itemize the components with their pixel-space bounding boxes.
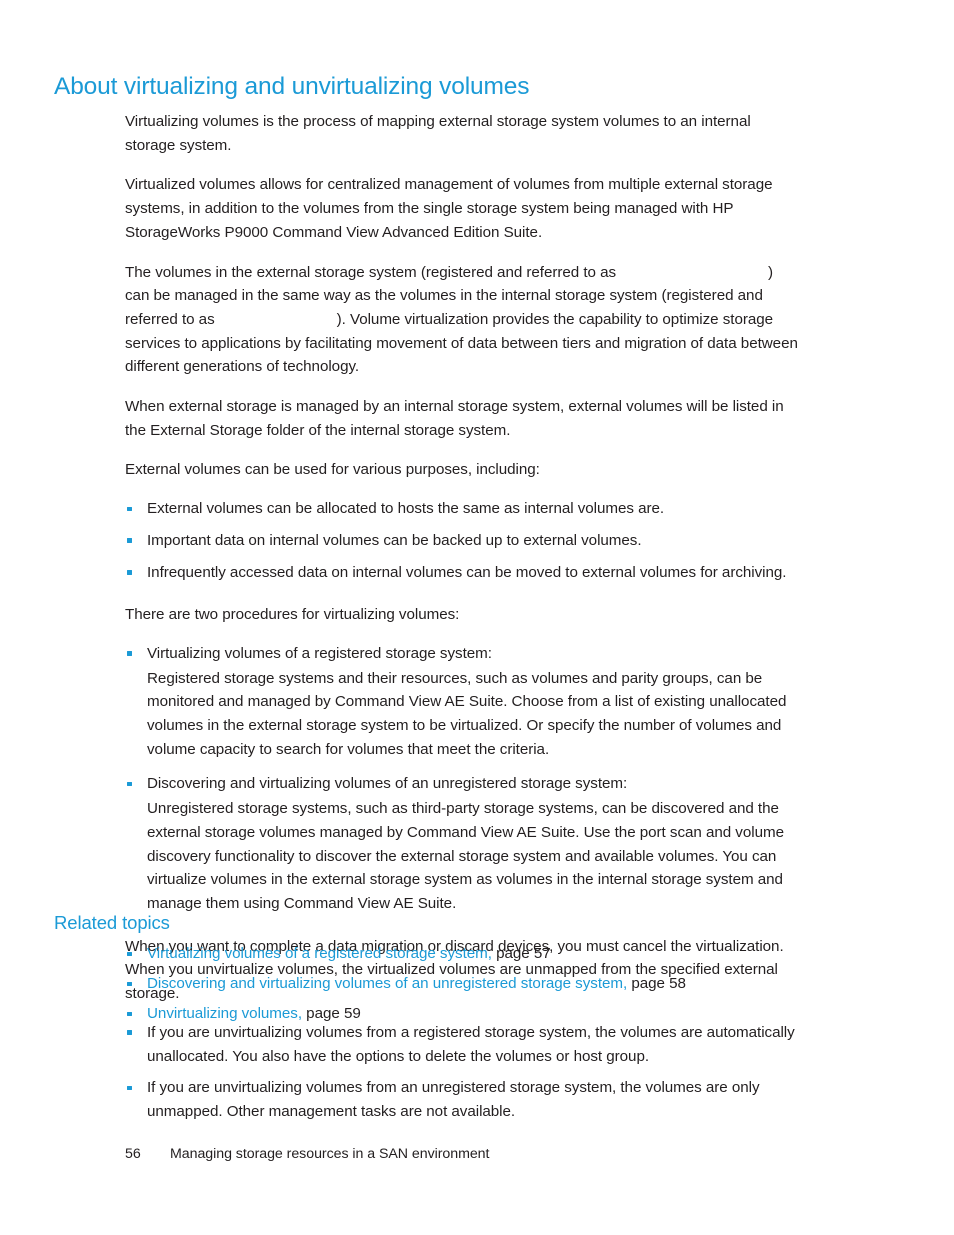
cross-reference-link-virtualizing-registered[interactable]: Virtualizing volumes of a registered sto… [147, 945, 488, 962]
purposes-bullet-list: External volumes can be allocated to hos… [125, 497, 801, 584]
paragraph-purposes-lead-in: External volumes can be used for various… [125, 461, 540, 479]
list-item-label: If you are unvirtualizing volumes from a… [147, 1023, 795, 1065]
bullet-dot-icon [127, 570, 132, 575]
list-item-label: If you are unvirtualizing volumes from a… [147, 1079, 760, 1120]
bullet-dot-icon [127, 951, 132, 956]
cross-reference-page: page 57 [491, 945, 551, 962]
procedure-body: Unregistered storage systems, such as th… [147, 800, 784, 912]
unvirtualize-bullet-list: If you are unvirtualizing volumes from a… [125, 1021, 801, 1124]
procedure-body: Registered storage systems and their res… [147, 669, 787, 758]
paragraph-segment-c: ). Volume virtualization provides the ca… [125, 310, 798, 376]
list-item: If you are unvirtualizing volumes from a… [125, 1021, 801, 1068]
list-item: Infrequently accessed data on internal v… [125, 561, 801, 585]
missing-italic-term-internal-volumes [215, 323, 337, 324]
paragraph-external-storage-folder: When external storage is managed by an i… [125, 398, 784, 439]
paragraph-procedures-lead-in: There are two procedures for virtualizin… [125, 606, 460, 624]
list-item: If you are unvirtualizing volumes from a… [125, 1076, 801, 1123]
list-item: Virtualizing volumes of a registered sto… [125, 642, 801, 762]
related-topics-heading: Related topics [54, 912, 170, 933]
list-item: Discovering and virtualizing volumes of … [125, 772, 801, 915]
cross-reference-link-discovering-unregistered[interactable]: Discovering and virtualizing volumes of … [147, 975, 623, 992]
list-item: Virtualizing volumes of a registered sto… [125, 942, 815, 966]
document-page: About virtualizing and unvirtualizing vo… [0, 0, 954, 1235]
list-item: Important data on internal volumes can b… [125, 529, 801, 553]
footer-chapter-title: Managing storage resources in a SAN envi… [170, 1146, 490, 1162]
bullet-dot-icon [127, 781, 132, 787]
procedures-bullet-list: Virtualizing volumes of a registered sto… [125, 642, 801, 916]
paragraph-intro: Virtualizing volumes is the process of m… [125, 113, 751, 154]
bullet-dot-icon [127, 538, 132, 543]
missing-italic-term-external-volumes [616, 276, 768, 277]
paragraph-external-internal-volumes: The volumes in the external storage syst… [125, 261, 801, 380]
cross-reference-link-unvirtualizing-volumes[interactable]: Unvirtualizing volumes [147, 1005, 298, 1022]
related-topics-section: Virtualizing volumes of a registered sto… [125, 942, 815, 1026]
paragraph-centralized-management: Virtualized volumes allows for centraliz… [125, 176, 773, 241]
procedure-title: Discovering and virtualizing volumes of … [147, 775, 628, 793]
bullet-dot-icon [127, 1030, 132, 1035]
procedure-title: Virtualizing volumes of a registered sto… [147, 644, 492, 662]
page-footer: 56 Managing storage resources in a SAN en… [125, 1144, 825, 1164]
page-title: About virtualizing and unvirtualizing vo… [54, 73, 530, 100]
cross-reference-page: page 58 [627, 975, 686, 993]
bullet-dot-icon [127, 506, 132, 512]
bullet-dot-icon [127, 981, 132, 987]
list-item-label: Important data on internal volumes can b… [147, 531, 642, 549]
list-item: External volumes can be allocated to hos… [125, 497, 801, 521]
bullet-dot-icon [127, 1085, 132, 1091]
footer-page-number: 56 [125, 1146, 141, 1162]
bullet-dot-icon [127, 1011, 132, 1017]
list-item-label: External volumes can be allocated to hos… [147, 500, 665, 518]
cross-reference-page: page 59 [302, 1005, 361, 1023]
related-topics-list: Virtualizing volumes of a registered sto… [125, 942, 815, 1026]
list-item: Unvirtualizing volumes, page 59 [125, 1002, 815, 1026]
paragraph-segment-a: The volumes in the external storage syst… [125, 263, 617, 281]
list-item: Discovering and virtualizing volumes of … [125, 972, 815, 996]
bullet-dot-icon [127, 651, 132, 656]
list-item-label: Infrequently accessed data on internal v… [147, 563, 787, 581]
